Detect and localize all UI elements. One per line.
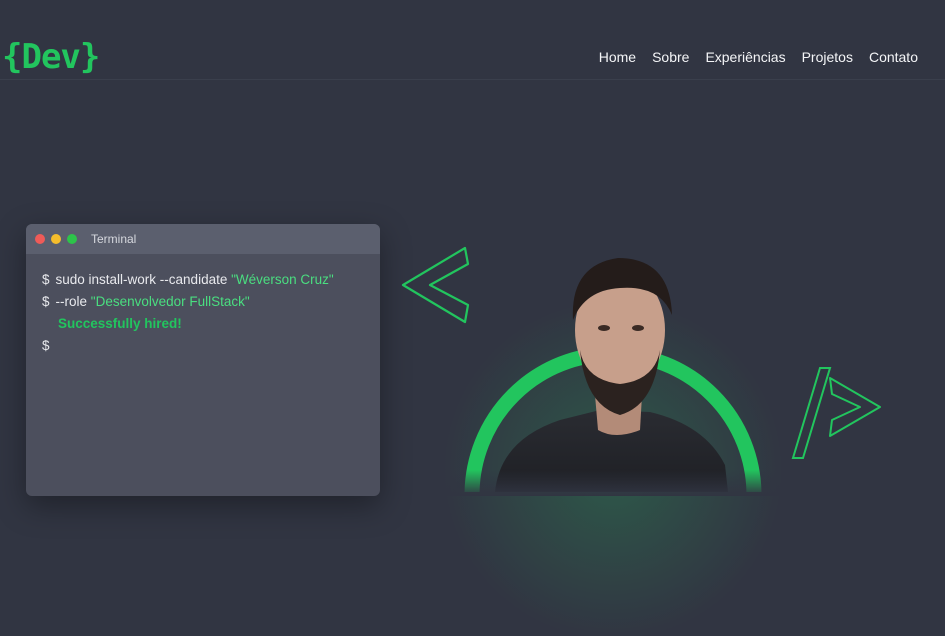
less-than-icon [401, 246, 470, 324]
hero-graphics [401, 246, 881, 636]
closing-tag-icon [791, 367, 881, 459]
